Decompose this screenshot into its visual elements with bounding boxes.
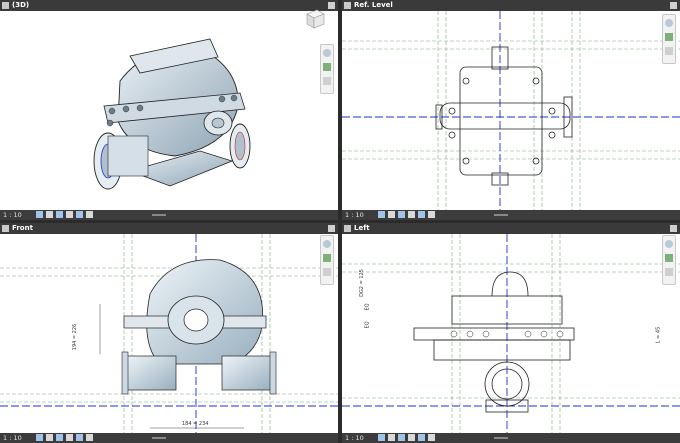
- dimension-horizontal: 184 = 234: [182, 421, 209, 427]
- close-icon[interactable]: [670, 225, 677, 232]
- pan-icon[interactable]: [323, 268, 331, 276]
- dimension-d: L = 45: [655, 326, 662, 344]
- scroll-grip[interactable]: [152, 437, 167, 439]
- viewport-ref-titlebar[interactable]: Ref. Level: [342, 0, 680, 11]
- detail-level-icon[interactable]: [378, 434, 385, 441]
- viewport-3d-title: (3D): [12, 1, 30, 9]
- navigation-bar[interactable]: [662, 235, 676, 285]
- viewport-ref-title: Ref. Level: [354, 1, 393, 9]
- crop-view-icon[interactable]: [76, 434, 83, 441]
- shadows-icon[interactable]: [66, 211, 73, 218]
- visual-style-icon[interactable]: [388, 434, 395, 441]
- sun-path-icon[interactable]: [56, 434, 63, 441]
- navigation-bar[interactable]: [662, 14, 676, 64]
- sun-path-icon[interactable]: [398, 434, 405, 441]
- close-icon[interactable]: [670, 2, 677, 9]
- viewport-ref-canvas[interactable]: [342, 11, 680, 210]
- navigation-wheel-icon[interactable]: [323, 240, 331, 248]
- zoom-icon[interactable]: [665, 254, 673, 262]
- detail-level-icon[interactable]: [36, 211, 43, 218]
- window-icon: [344, 225, 351, 232]
- pan-icon[interactable]: [323, 77, 331, 85]
- navigation-wheel-icon[interactable]: [665, 240, 673, 248]
- sun-path-icon[interactable]: [56, 211, 63, 218]
- viewport-3d-titlebar[interactable]: (3D): [0, 0, 338, 11]
- window-icon: [2, 2, 9, 9]
- view-control-bar: 1 : 10: [342, 210, 680, 220]
- zoom-icon[interactable]: [323, 63, 331, 71]
- reveal-hidden-icon[interactable]: [86, 434, 93, 441]
- crop-view-icon[interactable]: [418, 211, 425, 218]
- window-icon: [344, 2, 351, 9]
- dimension-vertical: 194 = 226: [72, 323, 79, 351]
- viewport-front[interactable]: Front 194 = 226 184 = 234 1: 10: [0, 223, 338, 443]
- scroll-grip[interactable]: [152, 214, 167, 216]
- view-scale[interactable]: 1 : 10: [3, 211, 22, 219]
- viewport-ref-level[interactable]: Ref. Level 1: 10: [342, 0, 680, 220]
- shadows-icon[interactable]: [408, 434, 415, 441]
- view-scale[interactable]: 1 : 10: [345, 434, 364, 442]
- dimension-b: EQ: [364, 303, 371, 311]
- reveal-hidden-icon[interactable]: [428, 211, 435, 218]
- pump-front-drawing: [0, 234, 338, 433]
- crop-view-icon[interactable]: [76, 211, 83, 218]
- pan-icon[interactable]: [665, 268, 673, 276]
- reveal-hidden-icon[interactable]: [428, 434, 435, 441]
- zoom-icon[interactable]: [323, 254, 331, 262]
- shadows-icon[interactable]: [408, 211, 415, 218]
- viewport-front-canvas[interactable]: 194 = 226 184 = 234: [0, 234, 338, 433]
- view-control-bar: 1 : 10: [342, 433, 680, 443]
- pump-3d-model: [93, 38, 251, 190]
- dimension-a: DG2 = 125: [358, 269, 365, 297]
- close-icon[interactable]: [328, 2, 335, 9]
- pump-side-drawing: [342, 234, 680, 433]
- view-control-bar: 1 : 10: [0, 433, 338, 443]
- window-icon: [2, 225, 9, 232]
- navigation-wheel-icon[interactable]: [323, 49, 331, 57]
- viewport-left-title: Left: [354, 224, 370, 232]
- zoom-icon[interactable]: [665, 33, 673, 41]
- viewport-left-titlebar[interactable]: Left: [342, 223, 680, 234]
- sun-path-icon[interactable]: [398, 211, 405, 218]
- scroll-grip[interactable]: [494, 437, 509, 439]
- navigation-wheel-icon[interactable]: [665, 19, 673, 27]
- viewcube-icon[interactable]: [304, 8, 326, 30]
- pump-plan-drawing: [342, 11, 680, 210]
- detail-level-icon[interactable]: [378, 211, 385, 218]
- navigation-bar[interactable]: [320, 44, 334, 94]
- dimension-c: EQ: [364, 321, 371, 329]
- visual-style-icon[interactable]: [46, 434, 53, 441]
- detail-level-icon[interactable]: [36, 434, 43, 441]
- scroll-grip[interactable]: [494, 214, 509, 216]
- navigation-bar[interactable]: [320, 235, 334, 285]
- view-scale[interactable]: 1 : 10: [3, 434, 22, 442]
- visual-style-icon[interactable]: [46, 211, 53, 218]
- shadows-icon[interactable]: [66, 434, 73, 441]
- close-icon[interactable]: [328, 225, 335, 232]
- view-control-bar: 1 : 10: [0, 210, 338, 220]
- crop-view-icon[interactable]: [418, 434, 425, 441]
- viewport-front-titlebar[interactable]: Front: [0, 223, 338, 234]
- view-scale[interactable]: 1 : 10: [345, 211, 364, 219]
- pan-icon[interactable]: [665, 47, 673, 55]
- viewport-left-canvas[interactable]: DG2 = 125 EQ EQ L = 45: [342, 234, 680, 433]
- visual-style-icon[interactable]: [388, 211, 395, 218]
- viewport-left[interactable]: Left DG2 = 125 EQ EQ L = 45 1: 10: [342, 223, 680, 443]
- viewport-3d[interactable]: (3D) 1: 10: [0, 0, 338, 220]
- viewport-front-title: Front: [12, 224, 33, 232]
- reveal-hidden-icon[interactable]: [86, 211, 93, 218]
- viewport-3d-canvas[interactable]: [0, 11, 338, 210]
